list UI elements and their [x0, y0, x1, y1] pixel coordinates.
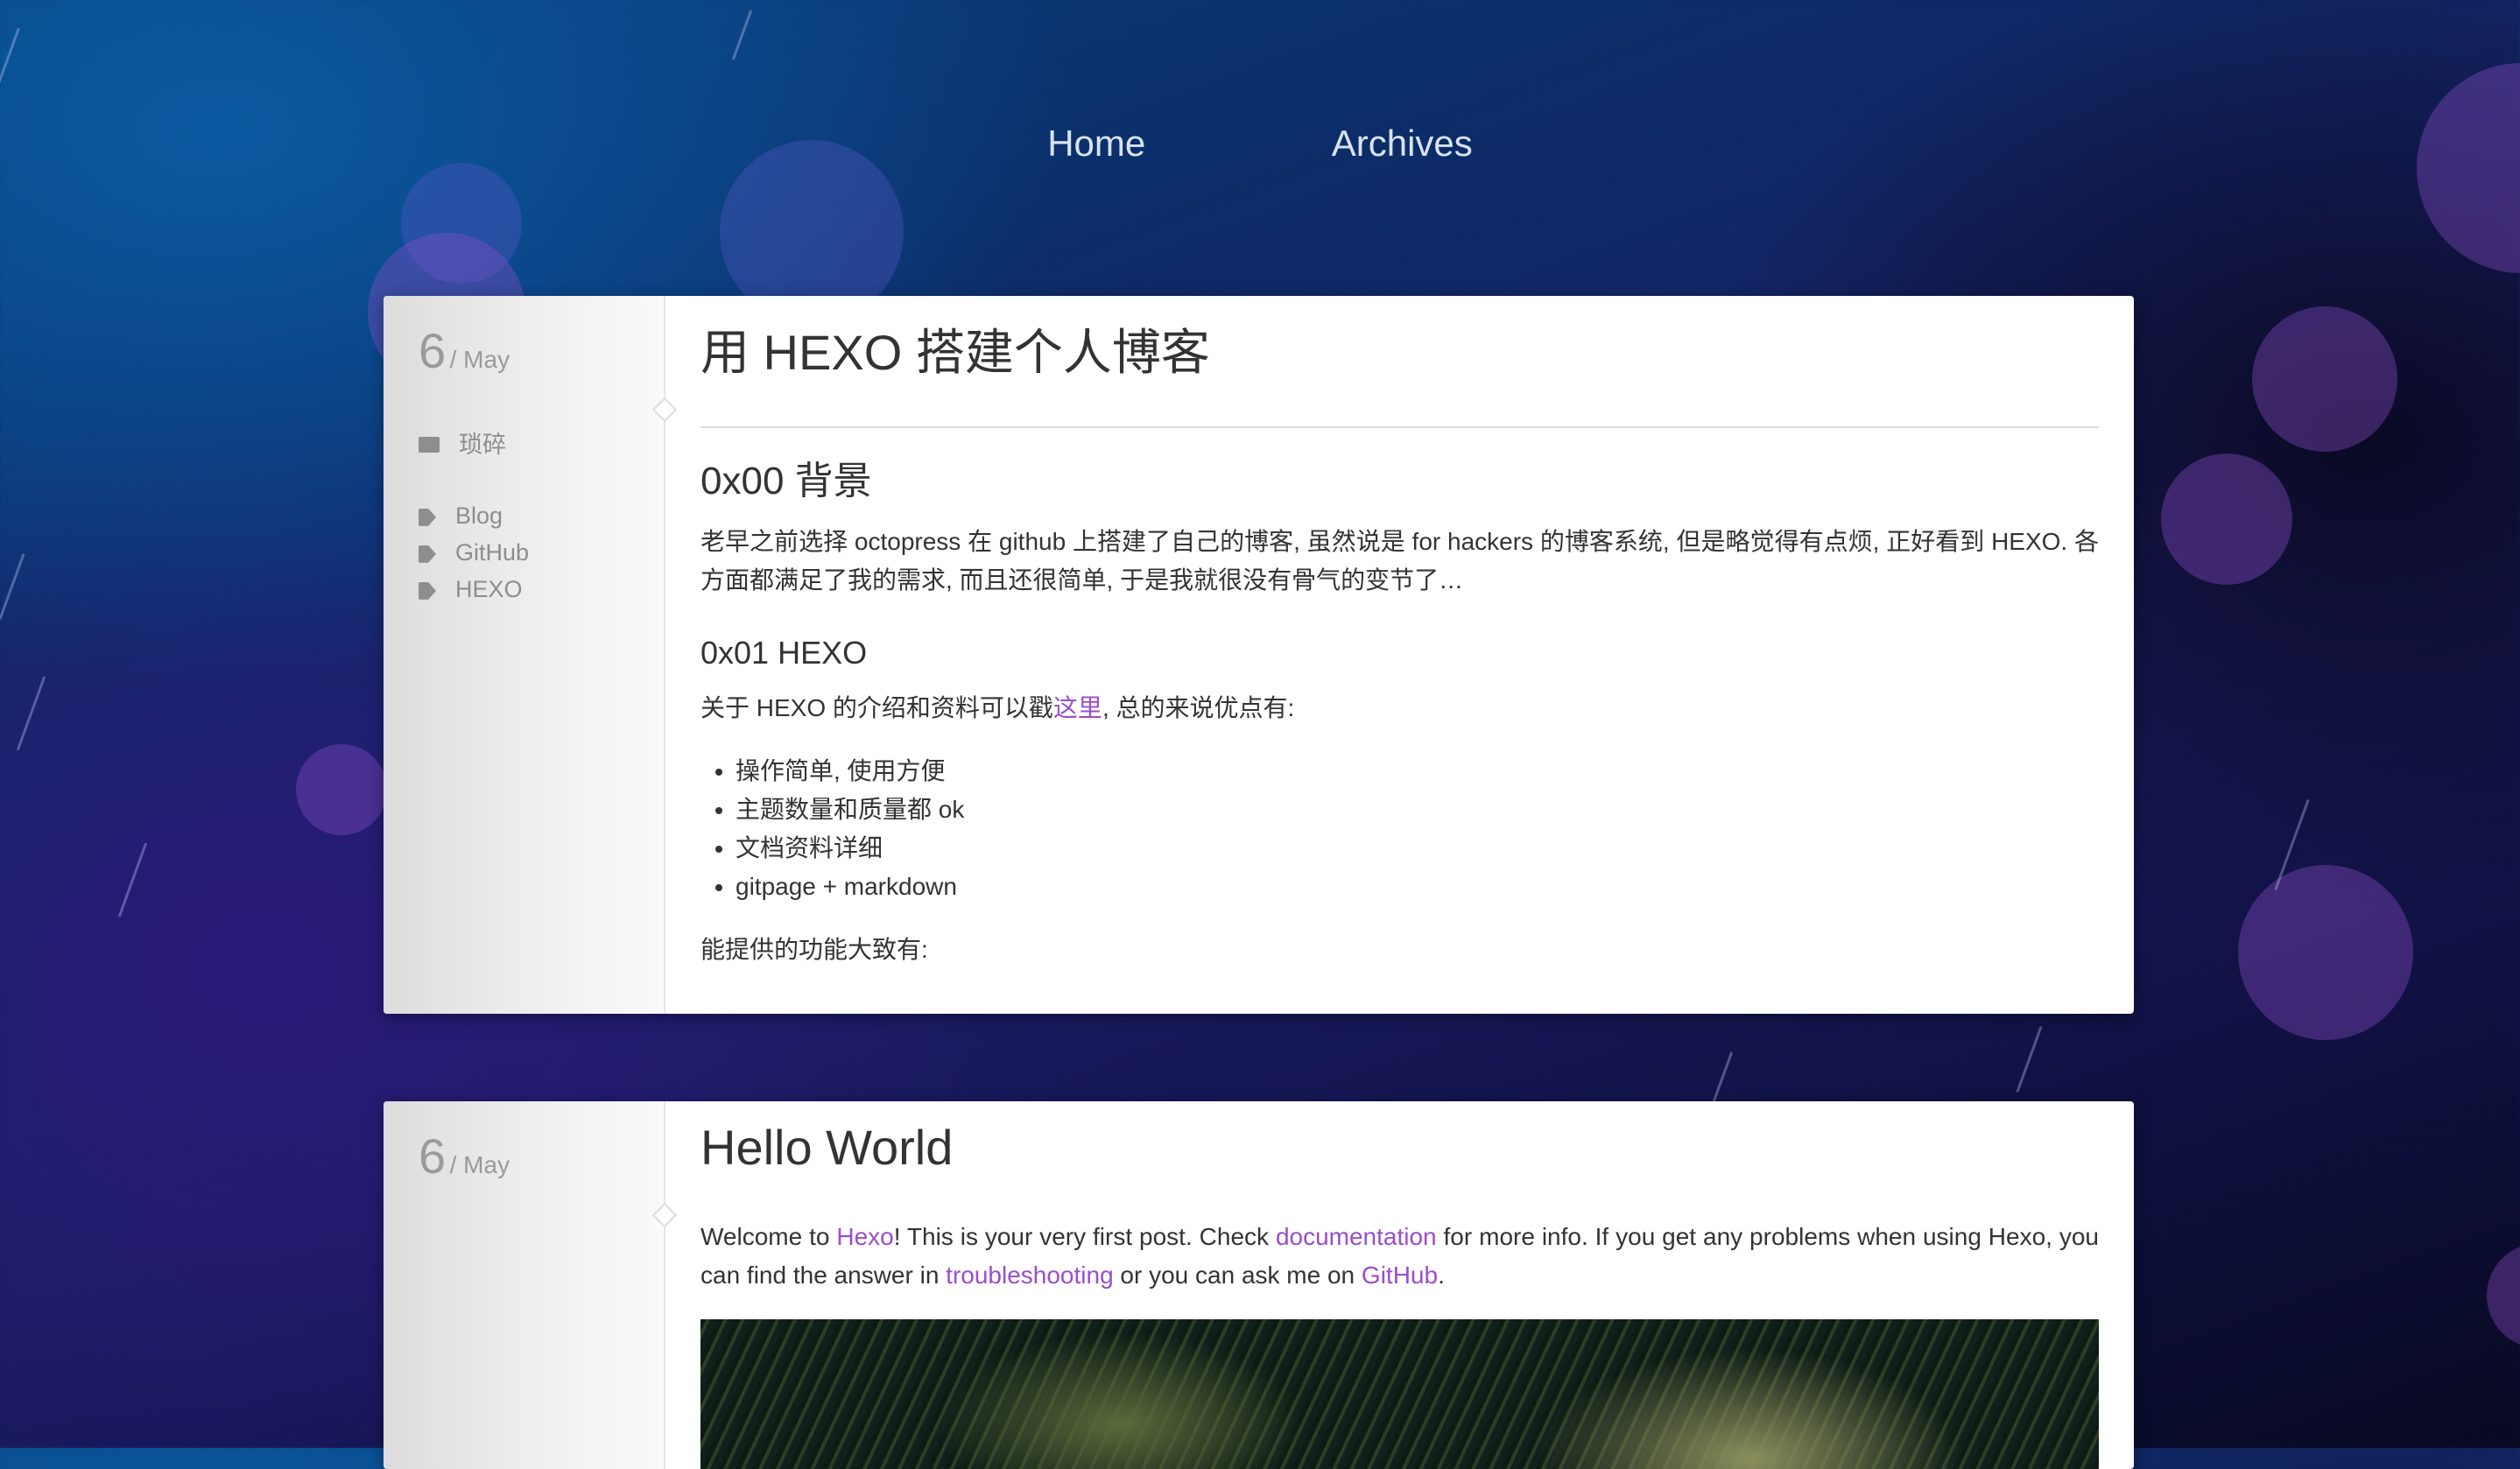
- nav-archives-link[interactable]: Archives: [1332, 123, 1473, 165]
- list-item: 主题数量和质量都 ok: [736, 791, 2099, 829]
- section-paragraph: 老早之前选择 octopress 在 github 上搭建了自己的博客, 虽然说…: [700, 528, 2099, 594]
- post-card: 6 / May 琐碎 Blog GitHub HEXO 用 HEXO 搭建个人博…: [384, 296, 2134, 1014]
- troubleshooting-link[interactable]: troubleshooting: [946, 1262, 1113, 1289]
- background-bubble: [2161, 453, 2292, 585]
- text-span: or you can ask me on: [1113, 1262, 1362, 1289]
- text-span: Welcome to: [700, 1223, 837, 1250]
- tag-icon: [419, 545, 436, 563]
- text-span: .: [1438, 1262, 1445, 1289]
- post-day: 6: [419, 323, 447, 378]
- background-bubble: [2487, 1243, 2520, 1348]
- background-streak: [0, 27, 20, 87]
- background-streak: [2016, 1025, 2043, 1093]
- tag-item[interactable]: GitHub: [419, 534, 529, 571]
- post-meta-sidebar: 6 / May 琐碎 Blog GitHub HEXO: [384, 296, 665, 1014]
- section-heading: 0x00 背景: [700, 460, 872, 503]
- advantages-list: 操作简单, 使用方便 主题数量和质量都 ok 文档资料详细 gitpage + …: [700, 752, 2099, 906]
- tag-item[interactable]: Blog: [419, 497, 529, 534]
- background-streak: [0, 552, 25, 621]
- documentation-link[interactable]: documentation: [1276, 1223, 1437, 1250]
- post-date: 6 / May: [419, 322, 510, 379]
- hexo-docs-link[interactable]: 这里: [1053, 694, 1102, 721]
- tag-item[interactable]: HEXO: [419, 571, 529, 608]
- post-card: 6 / May Hello World Welcome to Hexo! Thi…: [384, 1101, 2134, 1469]
- background-bubble: [2252, 306, 2397, 452]
- hexo-link[interactable]: Hexo: [836, 1223, 893, 1250]
- tag-icon: [419, 508, 436, 526]
- section-paragraph: 能提供的功能大致有:: [700, 936, 928, 963]
- post-tags: Blog GitHub HEXO: [419, 497, 529, 608]
- background-streak: [1712, 1051, 1734, 1102]
- post-content: Hello World Welcome to Hexo! This is you…: [700, 1101, 2099, 1469]
- tag-label: GitHub: [455, 539, 530, 566]
- post-image: [700, 1319, 2099, 1469]
- list-item: 文档资料详细: [736, 829, 2099, 868]
- post-date: 6 / May: [419, 1128, 510, 1184]
- tag-icon: [419, 581, 436, 600]
- title-divider: [700, 426, 2099, 428]
- post-month: / May: [449, 1151, 510, 1178]
- post-title[interactable]: Hello World: [700, 1119, 2099, 1176]
- tag-label: HEXO: [455, 576, 523, 602]
- nav-home-link[interactable]: Home: [1047, 123, 1145, 165]
- background-streak: [117, 842, 148, 917]
- folder-icon: [419, 436, 440, 453]
- post-category[interactable]: 琐碎: [419, 425, 506, 460]
- background-bubble: [296, 744, 387, 835]
- post-paragraph: Welcome to Hexo! This is your very first…: [700, 1218, 2099, 1295]
- text-span: ! This is your very first post. Check: [893, 1223, 1276, 1250]
- background-bubble: [2417, 63, 2520, 273]
- post-meta-sidebar: 6 / May: [384, 1101, 665, 1469]
- list-item: 操作简单, 使用方便: [736, 752, 2099, 791]
- background-streak: [731, 10, 753, 60]
- top-nav: Home Archives: [0, 123, 2520, 165]
- background-bubble: [2238, 865, 2413, 1040]
- post-title[interactable]: 用 HEXO 搭建个人博客: [700, 313, 2099, 384]
- text-span: 关于 HEXO 的介绍和资料可以戳: [700, 694, 1053, 721]
- list-item: gitpage + markdown: [736, 868, 2099, 906]
- category-label: 琐碎: [459, 432, 506, 458]
- post-day: 6: [419, 1128, 447, 1184]
- post-month: / May: [449, 346, 510, 373]
- section-paragraph: 关于 HEXO 的介绍和资料可以戳这里, 总的来说优点有:: [700, 689, 2099, 727]
- tag-label: Blog: [455, 503, 503, 529]
- section-heading: 0x01 HEXO: [700, 635, 868, 671]
- background-streak: [16, 676, 46, 751]
- post-content: 用 HEXO 搭建个人博客 0x00 背景 老早之前选择 octopress 在…: [700, 296, 2099, 994]
- text-span: , 总的来说优点有:: [1102, 694, 1295, 721]
- github-link[interactable]: GitHub: [1362, 1262, 1438, 1289]
